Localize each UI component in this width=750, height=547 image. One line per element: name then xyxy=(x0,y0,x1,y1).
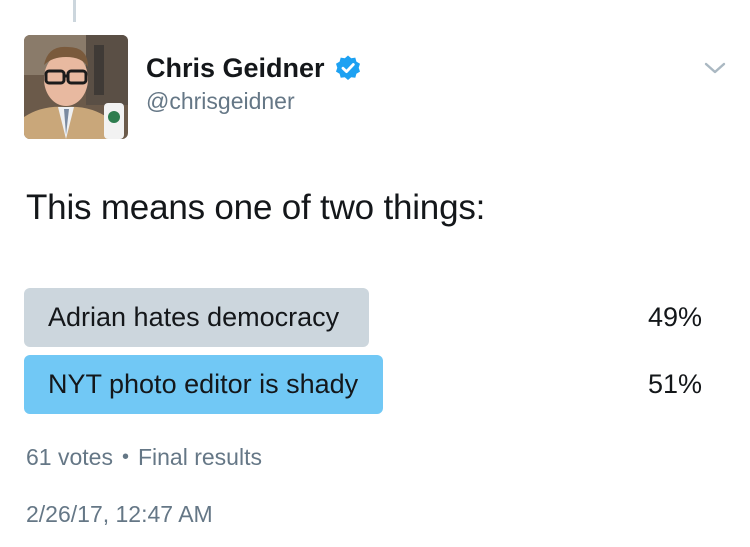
poll-option-percent: 49% xyxy=(647,302,702,332)
avatar-image xyxy=(24,35,128,139)
poll-option-1: Adrian hates democracy 49% xyxy=(24,288,714,347)
poll-vote-count: 61 votes xyxy=(26,444,113,470)
author-display-name[interactable]: Chris Geidner xyxy=(146,53,325,84)
chevron-down-icon[interactable] xyxy=(702,58,728,78)
poll-meta: 61 votes • Final results xyxy=(26,444,262,471)
avatar[interactable] xyxy=(24,35,128,139)
poll-status: Final results xyxy=(137,444,262,470)
author-handle[interactable]: @chrisgeidner xyxy=(146,88,295,115)
poll-option-percent: 51% xyxy=(647,369,702,399)
poll-option-2: NYT photo editor is shady 51% xyxy=(24,355,714,414)
tweet-timestamp[interactable]: 2/26/17, 12:47 AM xyxy=(26,501,213,528)
poll-option-label: NYT photo editor is shady xyxy=(48,369,359,399)
meta-separator: • xyxy=(121,446,129,468)
thread-connector-line xyxy=(73,0,76,22)
tweet-text: This means one of two things: xyxy=(26,188,486,227)
verified-badge-icon xyxy=(334,54,362,82)
poll-option-label: Adrian hates democracy xyxy=(48,302,340,332)
author-name-row: Chris Geidner xyxy=(146,51,362,85)
